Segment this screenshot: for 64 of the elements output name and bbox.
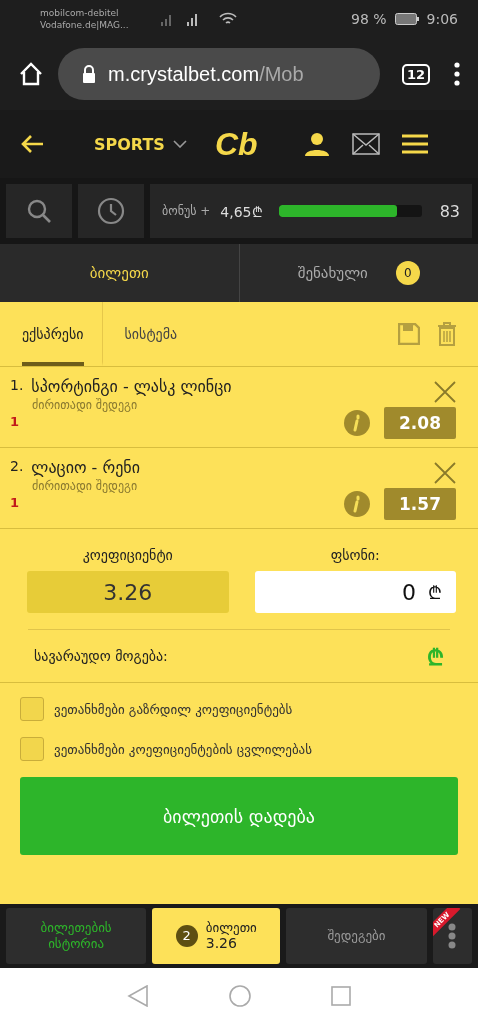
save-icon[interactable]: [398, 323, 420, 345]
stake-field[interactable]: 0 ₾: [254, 571, 456, 613]
bonus-value: 83: [439, 201, 460, 221]
pick-label: 1: [10, 495, 21, 510]
more-icon[interactable]: [454, 62, 460, 86]
recents-icon[interactable]: [331, 986, 351, 1006]
bonus-amount: 4,65₾: [220, 202, 263, 221]
chevron-icon: [172, 140, 187, 148]
back-icon[interactable]: [127, 985, 149, 1007]
checkbox-label: ვეთანხმები გაზრდილ კოეფიციენტებს: [54, 701, 293, 717]
tab-count-button[interactable]: 12: [401, 63, 430, 85]
total-odds: 3.26: [27, 571, 229, 613]
lock-icon: [82, 65, 96, 83]
checkbox[interactable]: [20, 737, 44, 761]
odds-value: 1.57: [384, 488, 456, 520]
checkbox-label: ვეთანხმები კოეფიციენტების ცვლილებას: [54, 741, 312, 757]
clock-icon: [97, 197, 125, 225]
search-icon: [26, 198, 52, 224]
checkbox[interactable]: [20, 697, 44, 721]
battery-icon: [394, 13, 419, 25]
url-text: m.crystalbet.com/Mob: [108, 62, 304, 86]
sports-dropdown[interactable]: SPORTS: [88, 133, 193, 155]
close-icon[interactable]: [434, 381, 456, 403]
user-icon[interactable]: [303, 132, 330, 156]
address-bar[interactable]: m.crystalbet.com/Mob: [58, 48, 380, 100]
market-name: ძირითადი შედეგი: [31, 398, 139, 412]
ticket-nav-button[interactable]: 2 ბილეთი 3.26: [152, 908, 281, 964]
carrier-name: Vodafone.de|MAG...: [40, 19, 129, 31]
market-name: ძირითადი შედეგი: [31, 479, 139, 493]
close-icon[interactable]: [434, 462, 456, 484]
selection-number: 1.: [10, 377, 24, 395]
ticket-count-badge: 2: [175, 925, 198, 947]
envelope-icon[interactable]: [351, 133, 380, 155]
info-icon[interactable]: [344, 491, 370, 517]
clock-time: 9:06: [426, 11, 458, 27]
menu-icon[interactable]: [401, 134, 428, 154]
bet-type-tab[interactable]: სისტემა: [101, 302, 178, 366]
tab[interactable]: ბილეთი: [0, 244, 239, 302]
potential-win-label: სავარაუდო მოგება:: [34, 648, 168, 664]
history-button[interactable]: [78, 184, 144, 238]
back-arrow-icon[interactable]: [20, 134, 44, 154]
info-icon[interactable]: [344, 410, 370, 436]
stake-label: ფსონი:: [330, 547, 380, 563]
bet-type-tab[interactable]: ექსპრესი: [22, 302, 84, 366]
pick-label: 1: [10, 414, 21, 429]
ticket-label: ბილეთი: [205, 919, 257, 936]
more-icon: [448, 923, 457, 949]
odds-value: 2.08: [384, 407, 456, 439]
odds-label: კოეფიციენტი: [82, 547, 173, 563]
logo[interactable]: Cb: [214, 125, 258, 163]
wifi-icon: [218, 12, 237, 26]
selection-number: 2.: [10, 458, 24, 476]
event-name: ლაციო - რენი: [31, 458, 140, 477]
trash-icon[interactable]: [438, 322, 456, 346]
event-name: სპორტინგი - ლასკ ლინცი: [31, 377, 232, 396]
carrier-name: mobilcom-debitel: [40, 7, 120, 19]
nav-button[interactable]: შედეგები: [286, 908, 427, 964]
battery-percent: 98 %: [350, 11, 387, 27]
nav-button[interactable]: ბილეთების ისტორია: [6, 908, 147, 964]
currency-sign: ₾: [427, 644, 444, 671]
search-button[interactable]: [6, 184, 72, 238]
ticket-odds: 3.26: [205, 935, 237, 953]
bonus-label: ბონუს +: [162, 204, 211, 218]
count-badge: 0: [395, 261, 420, 285]
